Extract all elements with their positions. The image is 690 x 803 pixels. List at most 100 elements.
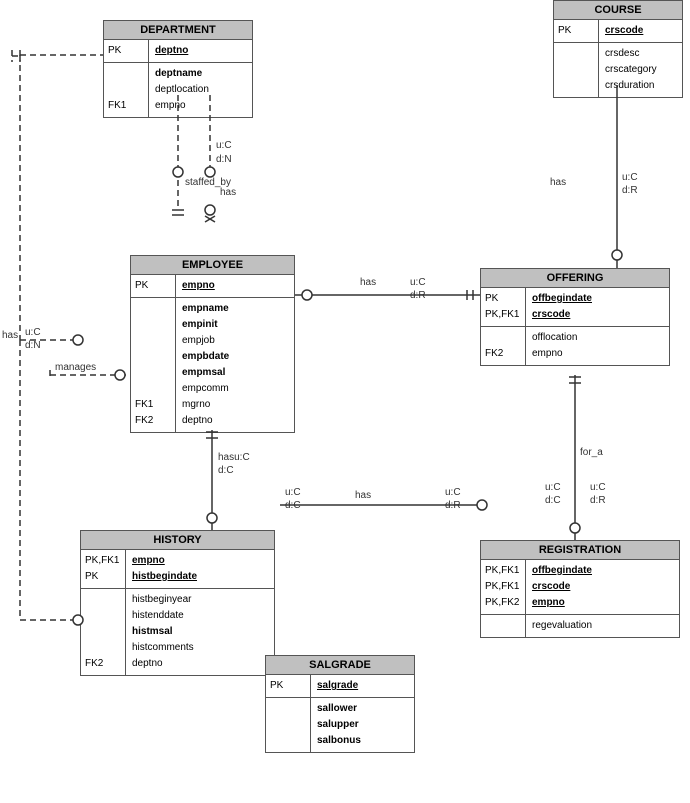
course-pk-attr: crscode (605, 25, 643, 36)
hasu-label: hasu:C (218, 452, 250, 463)
emp-offering-circle1 (302, 290, 312, 300)
registration-title: REGISTRATION (481, 541, 679, 560)
registration-fk-keys (481, 615, 526, 637)
emp-attr1: empname (182, 301, 229, 317)
history-attrs: histbeginyear histenddate histmsal histc… (126, 589, 200, 675)
dc-label2: d:C (285, 500, 301, 511)
dept-attr2: deptlocation (155, 82, 209, 98)
registration-pk-keys: PK,FK1 PK,FK1 PK,FK2 (481, 560, 526, 614)
uc-label4: u:C (285, 487, 301, 498)
offering-reg-circle (570, 523, 580, 533)
course-offering-circle (612, 250, 622, 260)
course-attrs: crsdesc crscategory crsduration (599, 43, 663, 97)
dn-outer: d:N (25, 340, 41, 351)
dr-label4: d:R (590, 495, 606, 506)
employee-fk-keys: FK1 FK2 (131, 298, 176, 432)
entity-course: COURSE PK crscode crsdesc crscategory cr… (553, 0, 683, 98)
registration-pk-attrs: offbegindate crscode empno (526, 560, 598, 614)
emp-attr7: mgrno (182, 397, 229, 413)
course-pk: PK (558, 25, 571, 36)
dn-label1: d:N (216, 154, 232, 165)
emp-circle-top (205, 205, 215, 215)
emp-pk-attr: empno (182, 280, 215, 291)
employee-attrs: empname empinit empjob empbdate empmsal … (176, 298, 235, 432)
dept-attr1: deptname (155, 66, 209, 82)
history-attr3: histmsal (132, 624, 194, 640)
entity-salgrade: SALGRADE PK salgrade sallower salupper s… (265, 655, 415, 753)
emp-attr4: empbdate (182, 349, 229, 365)
sal-attr2: salupper (317, 717, 361, 733)
uc-label6: u:C (545, 482, 561, 493)
history-pk-attrs: empno histbegindate (126, 550, 203, 588)
history-title: HISTORY (81, 531, 274, 550)
offering-pk-keys: PK PK,FK1 (481, 288, 526, 326)
history-reg-circle (477, 500, 487, 510)
employee-pk-attrs: empno (176, 275, 221, 297)
history-pk-attr1: empno (132, 555, 165, 566)
dept-pk-attr: deptno (155, 45, 188, 56)
fora-label: for_a (580, 447, 603, 458)
uc-label7: u:C (590, 482, 606, 493)
salgrade-fk-keys (266, 698, 311, 752)
uc-label2: u:C (622, 172, 638, 183)
uc-label3: u:C (410, 277, 426, 288)
entity-history: HISTORY PK,FK1 PK empno histbegindate FK… (80, 530, 275, 676)
history-fk-keys: FK2 (81, 589, 126, 675)
emp-attr6: empcomm (182, 381, 229, 397)
offering-pk-attrs: offbegindate crscode (526, 288, 598, 326)
emp-pk: PK (135, 280, 148, 291)
er-diagram: DEPARTMENT PK deptno FK1 deptname deptlo… (0, 0, 690, 803)
offering-attr2: empno (532, 346, 577, 362)
offering-fk-keys: FK2 (481, 327, 526, 365)
history-pk-attr2: histbegindate (132, 571, 197, 582)
dept-pk: PK (108, 45, 121, 56)
dept-attr3: empno (155, 98, 209, 114)
entity-registration: REGISTRATION PK,FK1 PK,FK1 PK,FK2 offbeg… (480, 540, 680, 638)
uc-outer: u:C (25, 327, 41, 338)
entity-offering: OFFERING PK PK,FK1 offbegindate crscode … (480, 268, 670, 366)
uc-label5: u:C (445, 487, 461, 498)
has-label4: has (355, 490, 371, 501)
registration-attrs: regevaluation (526, 615, 598, 637)
staffed-by-label: staffed_by (185, 177, 231, 188)
course-fk-keys (554, 43, 599, 97)
offering-attr1: offlocation (532, 330, 577, 346)
history-attr1: histbeginyear (132, 592, 194, 608)
salgrade-pk-keys: PK (266, 675, 311, 697)
course-attr3: crsduration (605, 78, 657, 94)
manages-circle (115, 370, 125, 380)
sal-attr1: sallower (317, 701, 361, 717)
crow2 (205, 216, 215, 222)
dr-label1: d:R (622, 185, 638, 196)
course-pk-keys: PK (554, 20, 599, 42)
emp-attr8: deptno (182, 413, 229, 429)
offering-pk-attr2: crscode (532, 309, 570, 320)
offering-attrs: offlocation empno (526, 327, 583, 365)
reg-pk-attr1: offbegindate (532, 565, 592, 576)
reg-pk-attr2: crscode (532, 581, 570, 592)
employee-title: EMPLOYEE (131, 256, 294, 275)
dr-label2: d:R (410, 290, 426, 301)
history-attr2: histenddate (132, 608, 194, 624)
salgrade-title: SALGRADE (266, 656, 414, 675)
history-pk-keys: PK,FK1 PK (81, 550, 126, 588)
course-attr1: crsdesc (605, 46, 657, 62)
emp-history-circle (207, 513, 217, 523)
sal-pk: PK (270, 680, 283, 691)
emp-attr5: empmsal (182, 365, 229, 381)
crow1 (205, 216, 215, 222)
reg-pk-attr3: empno (532, 597, 565, 608)
dc-label3: d:C (545, 495, 561, 506)
uc-label1: u:C (216, 140, 232, 151)
offering-pk-attr1: offbegindate (532, 293, 592, 304)
reg-attr1: regevaluation (532, 618, 592, 634)
history-attr4: histcomments (132, 640, 194, 656)
has-label1: has (220, 187, 236, 198)
entity-employee: EMPLOYEE PK empno FK1 FK2 empname (130, 255, 295, 433)
salgrade-attrs: sallower salupper salbonus (311, 698, 367, 752)
entity-department: DEPARTMENT PK deptno FK1 deptname deptlo… (103, 20, 253, 118)
employee-pk-keys: PK (131, 275, 176, 297)
dept-emp-circle2 (205, 167, 215, 177)
has-label3: has (360, 277, 376, 288)
department-fk-keys: FK1 (104, 63, 149, 117)
